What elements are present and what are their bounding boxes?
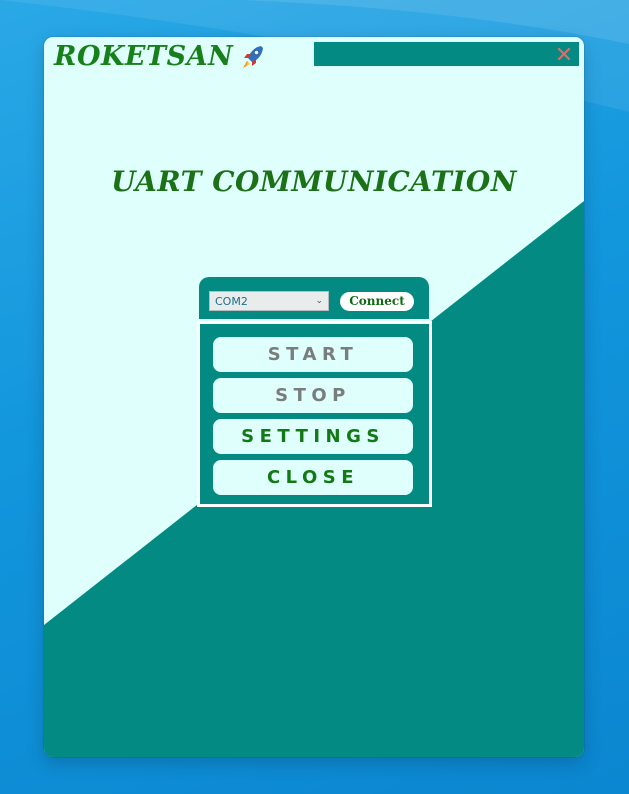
stop-button[interactable]: STOP <box>213 378 413 413</box>
settings-button[interactable]: SETTINGS <box>213 419 413 454</box>
brand-logo: ROKETSAN <box>54 41 265 73</box>
title-bar <box>314 42 579 66</box>
com-port-select[interactable]: COM2 ⌄ <box>209 291 329 311</box>
close-icon[interactable] <box>551 42 577 66</box>
connect-button[interactable]: Connect <box>340 292 414 311</box>
rocket-icon <box>243 46 264 68</box>
start-button[interactable]: START <box>213 337 413 372</box>
app-window: ROKETSAN UART COMMUNICATION COM2 ⌄ Conne… <box>44 37 584 757</box>
page-title: UART COMMUNICATION <box>111 165 517 198</box>
chevron-down-icon: ⌄ <box>315 296 323 306</box>
connection-panel: COM2 ⌄ Connect <box>199 277 429 319</box>
close-button[interactable]: CLOSE <box>213 460 413 495</box>
action-panel: START STOP SETTINGS CLOSE <box>197 321 432 507</box>
brand-name: ROKETSAN <box>54 41 234 72</box>
com-port-value: COM2 <box>215 294 248 308</box>
